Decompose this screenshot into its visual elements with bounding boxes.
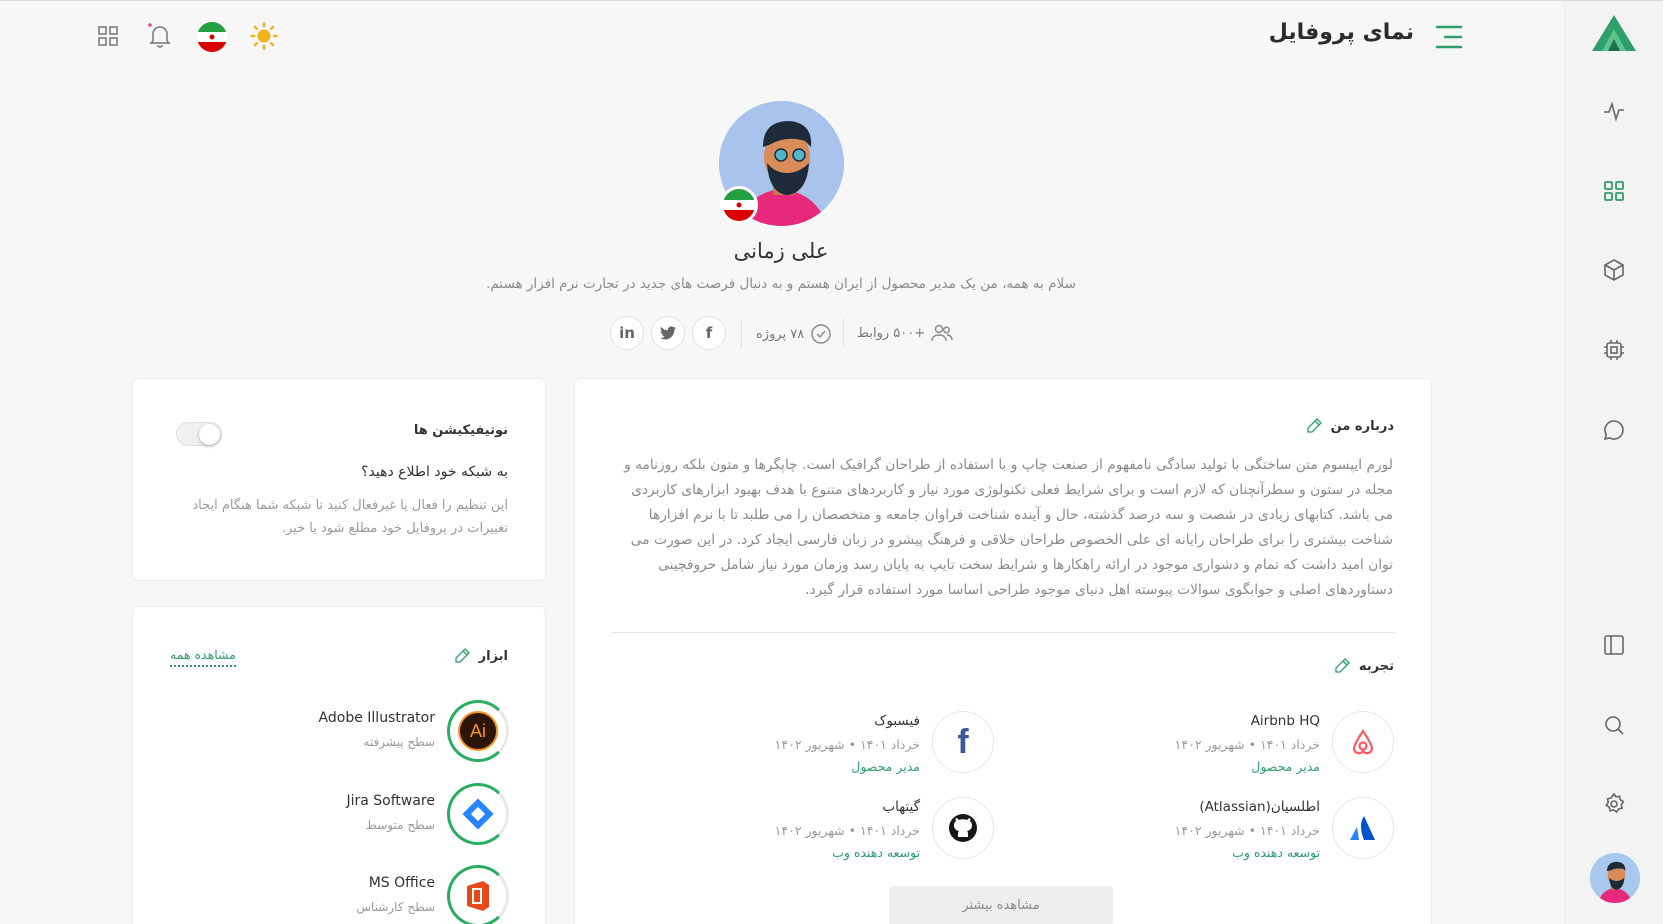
sidebar-layout-icon[interactable] xyxy=(1599,630,1629,660)
about-title-text: درباره من xyxy=(1330,418,1394,434)
experience-role: توسعه دهنده وب xyxy=(832,845,920,860)
connections-stat: +۵۰۰ روابط xyxy=(857,323,953,343)
bell-icon[interactable] xyxy=(146,22,174,50)
experience-role: توسعه دهنده وب xyxy=(1232,845,1320,860)
experience-date: خرداد ۱۴۰۱ • شهریور ۱۴۰۲ xyxy=(1174,823,1320,838)
experience-title: تجربه xyxy=(1333,657,1394,675)
projects-stat: ۷۸ پروژه xyxy=(756,323,832,345)
chat-icon[interactable] xyxy=(1599,415,1629,445)
notifications-title-text: نوتیفیکیشن ها xyxy=(413,423,508,438)
tools-title: ابزار xyxy=(453,647,508,665)
facebook-label: f xyxy=(705,324,713,342)
about-card: درباره من لورم ایپسوم متن ساختگی با تولی… xyxy=(574,378,1432,924)
experience-date: خرداد ۱۴۰۱ • شهریور ۱۴۰۲ xyxy=(1174,737,1320,752)
sun-icon[interactable] xyxy=(250,22,278,50)
experience-company: فیسبوک xyxy=(874,713,920,729)
tools-card: ابزار مشاهده همه Ai Adobe Illustrator سط… xyxy=(132,606,546,924)
tool-progress-ring xyxy=(447,783,509,845)
experience-role: مدیر محصول xyxy=(1251,759,1320,774)
twitter-button[interactable] xyxy=(651,316,685,350)
experience-role: مدیر محصول xyxy=(851,759,920,774)
edit-icon[interactable] xyxy=(1305,417,1323,435)
notifications-title: نوتیفیکیشن ها xyxy=(414,423,508,438)
settings-icon[interactable] xyxy=(1599,789,1629,819)
notifications-desc: این تنظیم را فعال یا غیرفعال کنید تا شبک… xyxy=(192,498,508,536)
github-icon xyxy=(932,797,994,859)
tool-level: سطح کارشناس xyxy=(356,900,435,914)
flag-icon[interactable] xyxy=(197,22,227,52)
tool-progress-ring: Ai xyxy=(447,700,509,762)
atlassian-icon xyxy=(1332,797,1394,859)
jira-icon xyxy=(462,798,494,830)
dashboard-icon[interactable] xyxy=(1599,176,1629,206)
linkedin-label: in xyxy=(619,324,635,342)
cube-icon[interactable] xyxy=(1599,255,1629,285)
notifications-question: به شبکه خود اطلاع دهید؟ xyxy=(361,464,508,480)
tool-level: سطح پیشرفته xyxy=(363,735,435,749)
experience-date: خرداد ۱۴۰۱ • شهریور ۱۴۰۲ xyxy=(774,737,920,752)
activity-icon[interactable] xyxy=(1599,96,1629,126)
about-title: درباره من xyxy=(1305,417,1394,435)
top-border xyxy=(0,0,1663,1)
illustrator-logo-text: Ai xyxy=(469,720,486,741)
profile-stats: +۵۰۰ روابط ۷۸ پروژه in f xyxy=(0,316,1562,350)
view-more-button[interactable]: مشاهده بیشتر xyxy=(889,886,1113,924)
search-icon[interactable] xyxy=(1599,710,1629,740)
experience-company: گیتهاب xyxy=(882,799,920,815)
illustrator-icon: Ai xyxy=(458,711,498,751)
tool-item: MS Office سطح کارشناس xyxy=(133,865,547,924)
apps-grid-icon[interactable] xyxy=(94,22,122,50)
airbnb-icon xyxy=(1332,711,1394,773)
edit-icon[interactable] xyxy=(453,647,471,665)
flag-badge-icon xyxy=(720,186,758,224)
experience-item: f فیسبوک خرداد ۱۴۰۱ • شهریور ۱۴۰۲ مدیر م… xyxy=(594,711,994,775)
experience-item: اطلسیان(Atlassian) خرداد ۱۴۰۱ • شهریور ۱… xyxy=(994,797,1394,861)
toggle-knob xyxy=(199,424,220,445)
projects-text: ۷۸ پروژه xyxy=(756,326,805,342)
tool-name: MS Office xyxy=(368,875,435,891)
sidebar xyxy=(1564,1,1663,924)
twitter-icon xyxy=(660,326,676,340)
experience-item: گیتهاب خرداد ۱۴۰۱ • شهریور ۱۴۰۲ توسعه ده… xyxy=(594,797,994,861)
facebook-icon: f xyxy=(932,711,994,773)
profile-bio: سلام به همه، من یک مدیر محصول از ایران ه… xyxy=(486,276,1076,292)
edit-icon[interactable] xyxy=(1333,657,1351,675)
facebook-button[interactable]: f xyxy=(692,316,726,350)
tool-level: سطح متوسط xyxy=(365,818,435,832)
avatar[interactable] xyxy=(1590,853,1640,903)
experience-title-text: تجربه xyxy=(1358,658,1394,674)
experience-company: Airbnb HQ xyxy=(1250,713,1320,729)
office-icon xyxy=(467,881,489,911)
tool-name: Adobe Illustrator xyxy=(318,710,435,726)
tool-name: Jira Software xyxy=(346,793,435,809)
about-text: لورم ایپسوم متن ساختگی با تولید سادگی نا… xyxy=(624,457,1393,598)
experience-date: خرداد ۱۴۰۱ • شهریور ۱۴۰۲ xyxy=(774,823,920,838)
page-title: نمای پروفایل xyxy=(1268,20,1414,45)
chip-icon[interactable] xyxy=(1599,335,1629,365)
connections-text: +۵۰۰ روابط xyxy=(857,325,926,341)
divider xyxy=(611,632,1395,633)
tool-item: Jira Software سطح متوسط xyxy=(133,783,547,847)
tool-progress-ring xyxy=(447,865,509,924)
stats-divider xyxy=(843,318,844,348)
experience-company: اطلسیان(Atlassian) xyxy=(1199,799,1320,815)
stats-divider xyxy=(741,318,742,348)
view-all-link[interactable]: مشاهده همه xyxy=(170,647,236,667)
tools-title-text: ابزار xyxy=(478,648,508,664)
tool-item: Ai Adobe Illustrator سطح پیشرفته xyxy=(133,700,547,764)
profile-name: علی زمانی xyxy=(733,239,829,263)
menu-icon[interactable] xyxy=(1435,24,1463,54)
experience-item: Airbnb HQ خرداد ۱۴۰۱ • شهریور ۱۴۰۲ مدیر … xyxy=(994,711,1394,775)
notifications-toggle[interactable] xyxy=(176,422,222,446)
linkedin-button[interactable]: in xyxy=(610,316,644,350)
notifications-card: نوتیفیکیشن ها به شبکه خود اطلاع دهید؟ ای… xyxy=(132,378,546,581)
logo-icon[interactable] xyxy=(1590,13,1638,57)
